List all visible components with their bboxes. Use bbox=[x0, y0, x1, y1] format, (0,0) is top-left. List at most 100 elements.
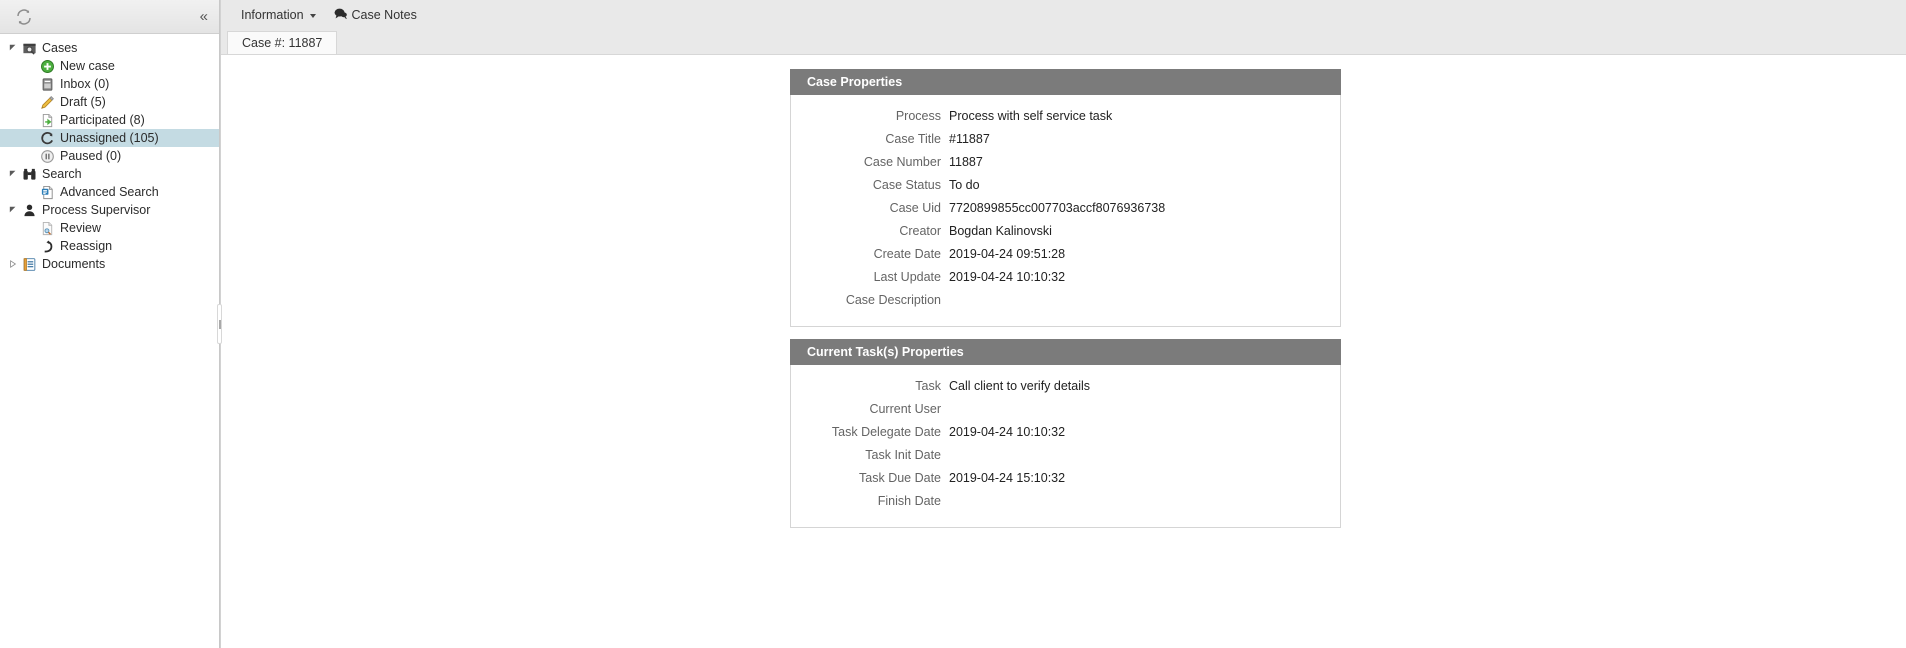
sidebar-item-label: Process Supervisor bbox=[42, 203, 151, 217]
application-window: « Cases New case Inbox (0) Draft (5) Partici… bbox=[0, 0, 1906, 648]
field-row: Last Update 2019-04-24 10:10:32 bbox=[791, 266, 1340, 289]
sidebar-item-label: Participated (8) bbox=[60, 113, 145, 127]
field-value: 11887 bbox=[949, 155, 983, 169]
field-row: Process Process with self service task bbox=[791, 105, 1340, 128]
sidebar-item-label: Review bbox=[60, 221, 101, 235]
field-label: Finish Date bbox=[877, 494, 941, 508]
splitter-grip[interactable] bbox=[217, 304, 222, 344]
field-label: Creator bbox=[899, 224, 941, 238]
inbox-icon bbox=[38, 76, 56, 92]
field-label: Case Uid bbox=[889, 201, 941, 215]
pause-circle-icon bbox=[38, 148, 56, 164]
navigation-tree: Cases New case Inbox (0) Draft (5) Participa… bbox=[0, 34, 219, 648]
sidebar: « Cases New case Inbox (0) Draft (5) Partici… bbox=[0, 0, 222, 648]
panel-body: Task Call client to verify details Current… bbox=[791, 365, 1340, 527]
sidebar-item-cases[interactable]: Cases bbox=[0, 39, 219, 57]
menu-item-information[interactable]: Information bbox=[235, 4, 322, 26]
sidebar-item-process-supervisor[interactable]: Process Supervisor bbox=[0, 201, 219, 219]
tab-strip: Case #: 11887 bbox=[221, 30, 1906, 55]
field-label: Task Init Date bbox=[865, 448, 941, 462]
sidebar-item-participated-8[interactable]: Participated (8) bbox=[0, 111, 219, 129]
menu-item-case-notes-label: Case Notes bbox=[351, 7, 417, 22]
field-value: 2019-04-24 10:10:32 bbox=[949, 425, 1066, 439]
sidebar-item-paused-0[interactable]: Paused (0) bbox=[0, 147, 219, 165]
pencil-icon bbox=[38, 94, 56, 110]
field-label: Current User bbox=[869, 402, 941, 416]
sidebar-item-label: Documents bbox=[42, 257, 106, 271]
sidebar-header: « bbox=[0, 0, 219, 34]
twisty-collapsed-icon[interactable] bbox=[6, 260, 20, 268]
comment-bubbles-icon bbox=[333, 7, 348, 23]
field-value: Bogdan Kalinovski bbox=[949, 224, 1052, 238]
sidebar-item-label: Reassign bbox=[60, 239, 113, 253]
field-value: 2019-04-24 15:10:32 bbox=[949, 471, 1066, 485]
field-row: Task Due Date 2019-04-24 15:10:32 bbox=[791, 467, 1340, 490]
panel-title: Current Task(s) Properties bbox=[790, 339, 1341, 365]
sidebar-item-label: Paused (0) bbox=[60, 149, 122, 163]
field-row: Task Delegate Date 2019-04-24 10:10:32 bbox=[791, 421, 1340, 444]
field-label: Task bbox=[915, 379, 941, 393]
field-value: Process with self service task bbox=[949, 109, 1113, 123]
sidebar-item-reassign[interactable]: Reassign bbox=[0, 237, 219, 255]
chevron-down-icon bbox=[309, 13, 316, 18]
sidebar-item-label: Draft (5) bbox=[60, 95, 106, 109]
twisty-expanded-icon[interactable] bbox=[6, 44, 20, 52]
documents-icon bbox=[20, 256, 38, 272]
field-label: Case Title bbox=[885, 132, 941, 146]
sidebar-item-review[interactable]: Review bbox=[0, 219, 219, 237]
collapse-sidebar-button[interactable]: « bbox=[195, 7, 213, 26]
field-row: Task Call client to verify details bbox=[791, 375, 1340, 398]
refresh-arc-icon bbox=[38, 130, 56, 146]
field-row: Case Number 11887 bbox=[791, 151, 1340, 174]
menu-item-information-label: Information bbox=[241, 7, 304, 22]
sidebar-item-search[interactable]: Search bbox=[0, 165, 219, 183]
field-row: Current User bbox=[791, 398, 1340, 421]
panel-body: Process Process with self service task Cas… bbox=[791, 95, 1340, 326]
field-row: Case Uid 7720899855cc007703accf8076936738 bbox=[791, 197, 1340, 220]
tab-case-11887[interactable]: Case #: 11887 bbox=[227, 31, 338, 54]
panel-case-properties: Case Properties Process Process with self … bbox=[790, 69, 1341, 327]
advanced-search-icon bbox=[38, 184, 56, 200]
field-label: Case Number bbox=[863, 155, 941, 169]
field-row: Task Init Date bbox=[791, 444, 1340, 467]
field-label: Task Delegate Date bbox=[831, 425, 941, 439]
field-row: Case Status To do bbox=[791, 174, 1340, 197]
field-label: Task Due Date bbox=[859, 471, 941, 485]
binoculars-icon bbox=[20, 166, 38, 182]
sidebar-item-inbox-0[interactable]: Inbox (0) bbox=[0, 75, 219, 93]
refresh-icon[interactable] bbox=[14, 7, 34, 27]
content-area: Case Properties Process Process with self … bbox=[221, 55, 1906, 648]
sidebar-item-draft-5[interactable]: Draft (5) bbox=[0, 93, 219, 111]
panel-current-task-s-properties: Current Task(s) Properties Task Call clien… bbox=[790, 339, 1341, 528]
field-value: 2019-04-24 10:10:32 bbox=[949, 270, 1066, 284]
sidebar-item-advanced-search[interactable]: Advanced Search bbox=[0, 183, 219, 201]
sidebar-item-label: Search bbox=[42, 167, 82, 181]
sidebar-item-new-case[interactable]: New case bbox=[0, 57, 219, 75]
field-value: 7720899855cc007703accf8076936738 bbox=[949, 201, 1166, 215]
field-row: Case Description bbox=[791, 289, 1340, 312]
main-area: Information Case Notes Case #: 11887 Cas… bbox=[220, 0, 1906, 648]
field-value: Call client to verify details bbox=[949, 379, 1091, 393]
cases-folder-icon bbox=[20, 40, 38, 56]
field-value: To do bbox=[949, 178, 980, 192]
sidebar-item-label: New case bbox=[60, 59, 115, 73]
twisty-expanded-icon[interactable] bbox=[6, 206, 20, 214]
plus-circle-icon bbox=[38, 58, 56, 74]
person-icon bbox=[20, 202, 38, 218]
field-label: Last Update bbox=[873, 270, 941, 284]
sidebar-item-documents[interactable]: Documents bbox=[0, 255, 219, 273]
panel-title: Case Properties bbox=[790, 69, 1341, 95]
menu-bar: Information Case Notes bbox=[221, 0, 1906, 30]
sidebar-item-label: Advanced Search bbox=[60, 185, 159, 199]
sidebar-item-label: Inbox (0) bbox=[60, 77, 110, 91]
twisty-expanded-icon[interactable] bbox=[6, 170, 20, 178]
menu-item-case-notes[interactable]: Case Notes bbox=[327, 3, 423, 27]
field-row: Case Title #11887 bbox=[791, 128, 1340, 151]
sidebar-item-unassigned-105[interactable]: Unassigned (105) bbox=[0, 129, 219, 147]
reassign-arrow-icon bbox=[38, 238, 56, 254]
field-label: Create Date bbox=[873, 247, 941, 261]
sidebar-splitter[interactable] bbox=[215, 0, 224, 648]
tab-label: Case #: 11887 bbox=[242, 36, 323, 50]
properties-panels: Case Properties Process Process with self … bbox=[790, 69, 1341, 540]
field-value: #11887 bbox=[949, 132, 990, 146]
